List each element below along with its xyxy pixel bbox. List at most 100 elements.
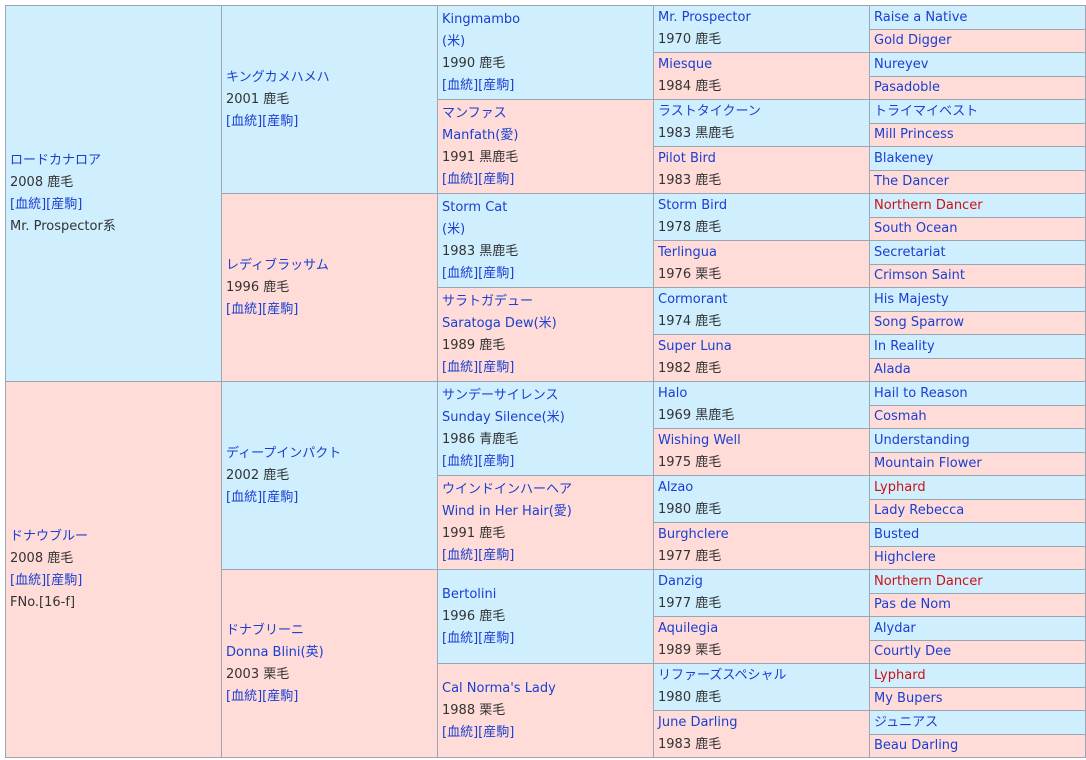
horse-name-link[interactable]: Hail to Reason bbox=[874, 384, 1083, 404]
horse-name-link[interactable]: His Majesty bbox=[874, 290, 1083, 310]
cell-content: In Reality bbox=[874, 337, 1083, 357]
pedigree-offspring-links[interactable]: [血統][産駒] bbox=[442, 263, 651, 285]
pedigree-cell-gen1: レディブラッサム 1996 鹿毛 [血統][産駒] bbox=[221, 193, 438, 382]
horse-name-link[interactable]: ドナウブルー bbox=[10, 526, 219, 548]
horse-name-alt-link[interactable]: Sunday Silence(米) bbox=[442, 407, 651, 429]
horse-name-link[interactable]: ウインドインハーヘア bbox=[442, 479, 651, 501]
cell-content: ドナウブルー 2008 鹿毛 [血統][産駒] FNo.[16-f] bbox=[10, 526, 219, 614]
pedigree-cell-gen4: Northern Dancer bbox=[869, 193, 1086, 218]
horse-name-link[interactable]: Understanding bbox=[874, 431, 1083, 451]
horse-name-link[interactable]: Gold Digger bbox=[874, 31, 1083, 51]
pedigree-offspring-links[interactable]: [血統][産駒] bbox=[10, 570, 219, 592]
horse-name-link[interactable]: Lyphard bbox=[874, 478, 1083, 498]
horse-name-link[interactable]: June Darling bbox=[658, 712, 867, 734]
horse-name-link[interactable]: サラトガデュー bbox=[442, 291, 651, 313]
horse-name-link[interactable]: Alydar bbox=[874, 619, 1083, 639]
pedigree-offspring-links[interactable]: [血統][産駒] bbox=[226, 299, 435, 321]
horse-name-link[interactable]: Mill Princess bbox=[874, 125, 1083, 145]
horse-name-link[interactable]: Danzig bbox=[658, 571, 867, 593]
horse-name-link[interactable]: ラストタイクーン bbox=[658, 101, 867, 123]
horse-name-link[interactable]: リファーズスペシャル bbox=[658, 665, 867, 687]
cell-content: Mill Princess bbox=[874, 125, 1083, 145]
horse-name-link[interactable]: Northern Dancer bbox=[874, 196, 1083, 216]
horse-name-link[interactable]: Kingmambo bbox=[442, 9, 651, 31]
horse-name-link[interactable]: マンファス bbox=[442, 103, 651, 125]
cell-content: Alada bbox=[874, 360, 1083, 380]
horse-name-link[interactable]: The Dancer bbox=[874, 172, 1083, 192]
horse-name-alt-link[interactable]: Manfath(愛) bbox=[442, 125, 651, 147]
pedigree-cell-gen4: South Ocean bbox=[869, 217, 1086, 241]
horse-name-link[interactable]: Northern Dancer bbox=[874, 572, 1083, 592]
horse-name-link[interactable]: Courtly Dee bbox=[874, 642, 1083, 662]
cell-content: Pas de Nom bbox=[874, 595, 1083, 615]
horse-name-alt-link[interactable]: Donna Blini(英) bbox=[226, 642, 435, 664]
horse-name-link[interactable]: トライマイベスト bbox=[874, 102, 1083, 122]
pedigree-cell-gen4: Nureyev bbox=[869, 52, 1086, 77]
horse-name-link[interactable]: Pilot Bird bbox=[658, 148, 867, 170]
cell-content: Alzao 1980 鹿毛 bbox=[658, 477, 867, 521]
pedigree-cell-gen4: Beau Darling bbox=[869, 734, 1086, 758]
horse-name-link[interactable]: My Bupers bbox=[874, 689, 1083, 709]
horse-name-link[interactable]: Storm Bird bbox=[658, 195, 867, 217]
horse-name-link[interactable]: Lady Rebecca bbox=[874, 501, 1083, 521]
horse-name-link[interactable]: サンデーサイレンス bbox=[442, 385, 651, 407]
cell-content: Cosmah bbox=[874, 407, 1083, 427]
horse-name-alt-link[interactable]: Wind in Her Hair(愛) bbox=[442, 501, 651, 523]
pedigree-offspring-links[interactable]: [血統][産駒] bbox=[442, 75, 651, 97]
horse-name-link[interactable]: Highclere bbox=[874, 548, 1083, 568]
horse-name-link[interactable]: キングカメハメハ bbox=[226, 67, 435, 89]
cell-content: Mountain Flower bbox=[874, 454, 1083, 474]
pedigree-offspring-links[interactable]: [血統][産駒] bbox=[226, 487, 435, 509]
horse-name-link[interactable]: Terlingua bbox=[658, 242, 867, 264]
horse-name-link[interactable]: Secretariat bbox=[874, 243, 1083, 263]
horse-name-link[interactable]: Crimson Saint bbox=[874, 266, 1083, 286]
horse-name-link[interactable]: Cormorant bbox=[658, 289, 867, 311]
pedigree-offspring-links[interactable]: [血統][産駒] bbox=[226, 686, 435, 708]
horse-name-link[interactable]: Storm Cat bbox=[442, 197, 651, 219]
pedigree-cell-gen4: Hail to Reason bbox=[869, 381, 1086, 406]
horse-name-link[interactable]: Aquilegia bbox=[658, 618, 867, 640]
horse-name-link[interactable]: Burghclere bbox=[658, 524, 867, 546]
horse-name-link[interactable]: Cosmah bbox=[874, 407, 1083, 427]
horse-name-link[interactable]: Wishing Well bbox=[658, 430, 867, 452]
horse-name-link[interactable]: Mountain Flower bbox=[874, 454, 1083, 474]
horse-name-link[interactable]: Raise a Native bbox=[874, 8, 1083, 28]
horse-name-link[interactable]: Super Luna bbox=[658, 336, 867, 358]
horse-name-alt-link[interactable]: (米) bbox=[442, 31, 651, 53]
pedigree-offspring-links[interactable]: [血統][産駒] bbox=[226, 111, 435, 133]
pedigree-offspring-links[interactable]: [血統][産駒] bbox=[442, 628, 651, 650]
horse-name-link[interactable]: Blakeney bbox=[874, 149, 1083, 169]
horse-name-link[interactable]: Pasadoble bbox=[874, 78, 1083, 98]
horse-name-link[interactable]: Song Sparrow bbox=[874, 313, 1083, 333]
horse-name-link[interactable]: Mr. Prospector bbox=[658, 7, 867, 29]
horse-name-link[interactable]: Halo bbox=[658, 383, 867, 405]
pedigree-offspring-links[interactable]: [血統][産駒] bbox=[442, 357, 651, 379]
horse-name-link[interactable]: ドナブリーニ bbox=[226, 620, 435, 642]
horse-name-link[interactable]: Bertolini bbox=[442, 584, 651, 606]
horse-name-link[interactable]: ジュニアス bbox=[874, 713, 1083, 733]
horse-name-link[interactable]: South Ocean bbox=[874, 219, 1083, 239]
horse-name-alt-link[interactable]: (米) bbox=[442, 219, 651, 241]
horse-name-link[interactable]: Nureyev bbox=[874, 55, 1083, 75]
horse-name-link[interactable]: Lyphard bbox=[874, 666, 1083, 686]
pedigree-offspring-links[interactable]: [血統][産駒] bbox=[442, 169, 651, 191]
horse-name-link[interactable]: ロードカナロア bbox=[10, 150, 219, 172]
horse-name-link[interactable]: レディブラッサム bbox=[226, 255, 435, 277]
pedigree-offspring-links[interactable]: [血統][産駒] bbox=[442, 545, 651, 567]
horse-name-link[interactable]: Alada bbox=[874, 360, 1083, 380]
pedigree-offspring-links[interactable]: [血統][産駒] bbox=[10, 194, 219, 216]
horse-name-link[interactable]: Beau Darling bbox=[874, 736, 1083, 756]
horse-name-link[interactable]: ディープインパクト bbox=[226, 443, 435, 465]
horse-info-text: Mr. Prospector系 bbox=[10, 218, 116, 234]
horse-name-link[interactable]: Cal Norma's Lady bbox=[442, 678, 651, 700]
pedigree-offspring-links[interactable]: [血統][産駒] bbox=[442, 722, 651, 744]
horse-name-link[interactable]: Busted bbox=[874, 525, 1083, 545]
horse-name-link[interactable]: Miesque bbox=[658, 54, 867, 76]
horse-name-link[interactable]: Alzao bbox=[658, 477, 867, 499]
horse-name-link[interactable]: In Reality bbox=[874, 337, 1083, 357]
horse-name-alt-link[interactable]: Saratoga Dew(米) bbox=[442, 313, 651, 335]
horse-info-text: 1977 鹿毛 bbox=[658, 596, 722, 611]
horse-name-link[interactable]: Pas de Nom bbox=[874, 595, 1083, 615]
cell-content: Alydar bbox=[874, 619, 1083, 639]
pedigree-offspring-links[interactable]: [血統][産駒] bbox=[442, 451, 651, 473]
